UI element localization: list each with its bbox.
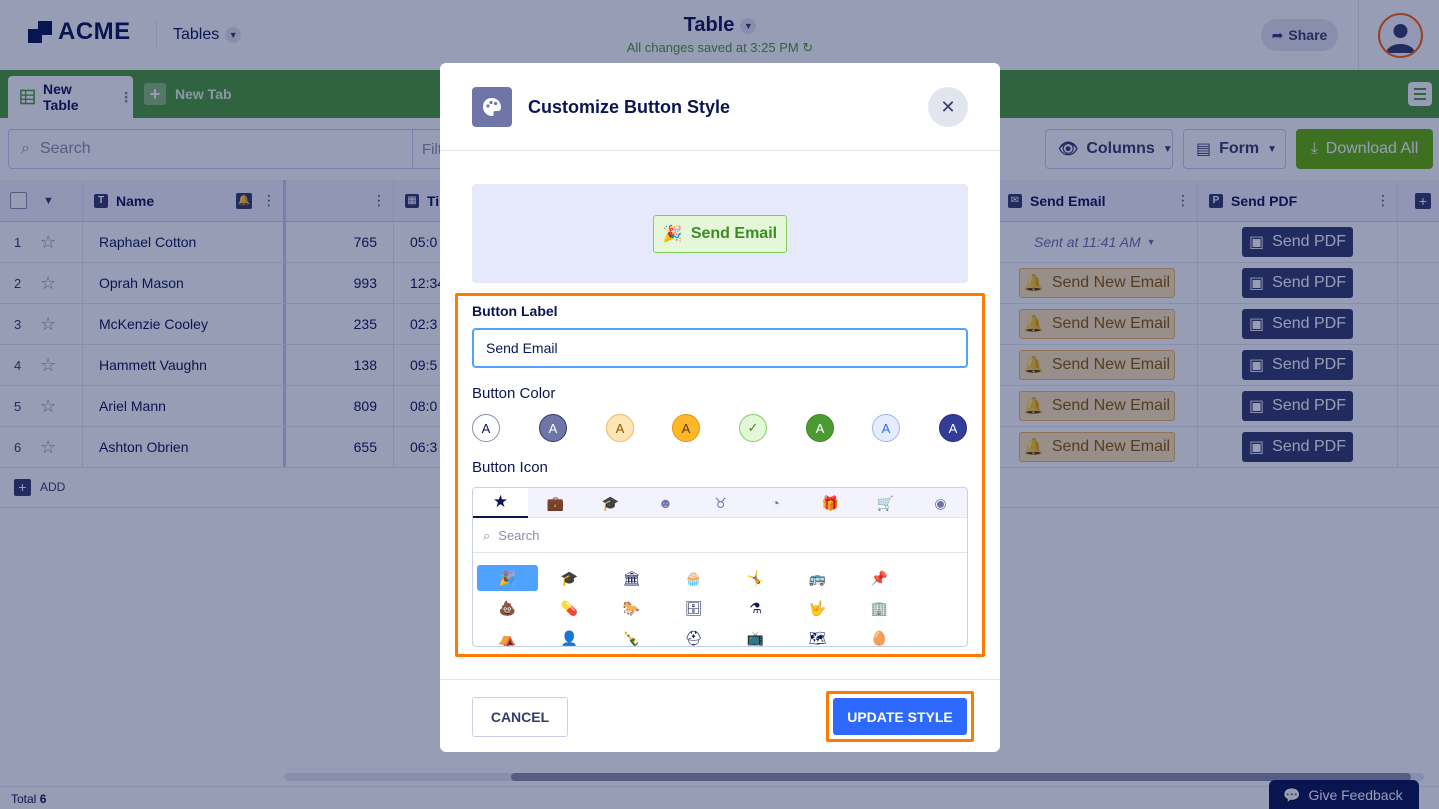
swatch-letter: A — [681, 420, 691, 436]
icon-category-tab[interactable]: ☻ — [638, 488, 693, 518]
icon-option[interactable]: 🏢 — [849, 595, 910, 621]
icon-option[interactable]: 🧁 — [663, 565, 724, 591]
icon-search-input[interactable]: ⌕ Search — [473, 519, 967, 553]
icon-category-tab[interactable]: ◔ — [748, 488, 803, 518]
icon-option[interactable]: ⚗ — [725, 595, 786, 621]
icon-picker: ★ 💼 🎓 ☻ ♉ ◔ 🎁 🛒 ◉ ⌕ Search 🎉 🎓 🏛 🧁 🤸 🚌 📌 💩 💊 🐎 🗄 ⚗ 🤟 🏢 ⛺ 👤 🍾 ⛑ 📺 🗺 🥚 — [472, 487, 968, 647]
icon-option[interactable]: 👤 — [539, 625, 600, 646]
icon-category-tab[interactable]: ★ — [473, 488, 528, 518]
icon-option[interactable]: ⛑ — [663, 625, 724, 646]
color-swatch[interactable]: A — [606, 414, 634, 442]
update-style-button[interactable]: UPDATE STYLE — [833, 698, 967, 735]
icon-category-tab[interactable]: ◉ — [913, 488, 967, 518]
swatch-letter: A — [948, 420, 958, 436]
swatch-letter: A — [481, 420, 491, 436]
icon-category-tab[interactable]: 🎁 — [803, 488, 858, 518]
icon-option[interactable]: ⛺ — [477, 625, 538, 646]
party-popper-icon: 🎉 — [662, 225, 683, 243]
modal-title: Customize Button Style — [528, 97, 731, 117]
customize-button-style-modal: Customize Button Style ✕ 🎉 Send Email Bu… — [440, 63, 1000, 752]
icon-option[interactable]: 🗄 — [663, 595, 724, 621]
button-color-heading: Button Color — [472, 385, 556, 402]
color-swatch[interactable]: A — [539, 414, 567, 442]
swatch-letter: A — [881, 420, 891, 436]
color-swatch[interactable]: A — [806, 414, 834, 442]
modal-header: Customize Button Style ✕ — [440, 63, 1000, 151]
icon-category-bar: ★ 💼 🎓 ☻ ♉ ◔ 🎁 🛒 ◉ — [473, 488, 967, 518]
close-icon[interactable]: ✕ — [928, 87, 968, 127]
button-label-input[interactable] — [472, 328, 968, 368]
swatch-letter: A — [548, 420, 558, 436]
color-swatch[interactable]: A — [939, 414, 967, 442]
preview-button: 🎉 Send Email — [653, 214, 787, 253]
icon-category-tab[interactable]: ♉ — [693, 488, 748, 518]
color-swatch[interactable]: A — [672, 414, 700, 442]
icon-option[interactable]: 🤸 — [725, 565, 786, 591]
search-icon: ⌕ — [483, 527, 491, 543]
icon-category-tab[interactable]: 🎓 — [583, 488, 638, 518]
icon-option[interactable]: 🐎 — [601, 595, 662, 621]
icon-category-tab[interactable]: 🛒 — [858, 488, 913, 518]
icon-option[interactable]: 🥚 — [849, 625, 910, 646]
button-icon-heading: Button Icon — [472, 459, 548, 476]
cancel-button[interactable]: CANCEL — [472, 697, 568, 737]
preview-button-label: Send Email — [690, 224, 778, 242]
icon-search-placeholder: Search — [498, 528, 540, 543]
icon-option[interactable]: 🍾 — [601, 625, 662, 646]
swatch-letter: A — [615, 420, 625, 436]
swatch-letter: A — [815, 420, 825, 436]
color-swatch[interactable]: A — [472, 414, 500, 442]
icon-option[interactable]: 🗺 — [787, 625, 848, 646]
button-preview: 🎉 Send Email — [472, 184, 968, 283]
icon-option[interactable]: 🤟 — [787, 595, 848, 621]
modal-footer: CANCEL UPDATE STYLE — [440, 679, 1000, 752]
icon-option[interactable]: 📺 — [725, 625, 786, 646]
update-button-highlight: UPDATE STYLE — [826, 691, 974, 742]
check-icon: ✓ — [747, 420, 759, 435]
icon-option[interactable]: 📌 — [849, 565, 910, 591]
icon-option[interactable]: 💊 — [539, 595, 600, 621]
icon-option[interactable]: 🎓 — [539, 565, 600, 591]
icon-category-tab[interactable]: 💼 — [528, 488, 583, 518]
icon-option[interactable]: 🚌 — [787, 565, 848, 591]
color-swatch[interactable]: ✓ — [739, 414, 767, 442]
icon-option[interactable]: 🎉 — [477, 565, 538, 591]
button-label-heading: Button Label — [472, 303, 558, 319]
palette-icon — [472, 87, 512, 127]
icon-option[interactable]: 🏛 — [601, 565, 662, 591]
color-swatch[interactable]: A — [872, 414, 900, 442]
icon-option[interactable]: 💩 — [477, 595, 538, 621]
